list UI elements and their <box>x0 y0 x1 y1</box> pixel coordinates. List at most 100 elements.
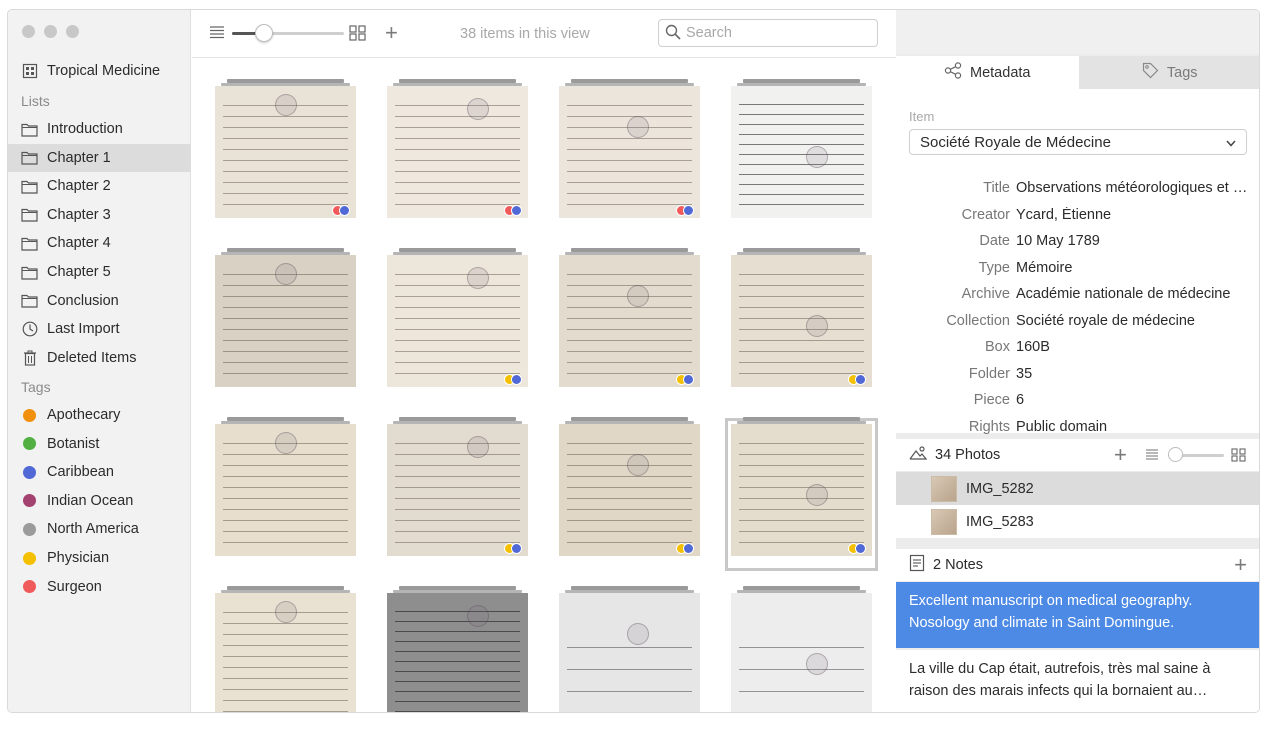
add-note-button[interactable]: + <box>1234 552 1247 578</box>
field-label: Creator <box>961 206 1010 223</box>
metadata-field-piece[interactable]: Piece 6 <box>896 387 1259 413</box>
sidebar-item-last-import[interactable]: Last Import <box>8 315 191 343</box>
metadata-field-box[interactable]: Box 160B <box>896 334 1259 360</box>
metadata-panel: Item Société Royale de Médecine Title Obs… <box>896 89 1259 435</box>
tag-badge-dot <box>855 543 866 554</box>
tag-badge-dot <box>683 205 694 216</box>
sidebar-item-introduction[interactable]: Introduction <box>8 115 191 143</box>
metadata-field-archive[interactable]: Archive Académie nationale de médecine <box>896 281 1259 307</box>
photo-size-knob[interactable] <box>1167 447 1183 462</box>
document-thumbnail[interactable] <box>387 417 528 565</box>
slider-knob[interactable] <box>255 24 274 42</box>
photos-grid-view-icon[interactable] <box>1231 448 1247 466</box>
document-thumbnail[interactable] <box>215 79 356 227</box>
note-item[interactable]: Excellent manuscript on medical geograph… <box>896 582 1259 648</box>
note-text-line: La ville du Cap était, autrefois, très m… <box>909 661 1211 677</box>
tag-item-surgeon[interactable]: Surgeon <box>8 573 191 601</box>
field-value[interactable]: Académie nationale de médecine <box>1016 286 1248 302</box>
tag-item-indian-ocean[interactable]: Indian Ocean <box>8 487 191 515</box>
document-thumbnail[interactable] <box>215 417 356 565</box>
sidebar-item-chapter-4[interactable]: Chapter 4 <box>8 229 191 257</box>
metadata-field-collection[interactable]: Collection Société royale de médecine <box>896 308 1259 334</box>
field-value[interactable]: Observations météorologiques et médicale… <box>1016 180 1248 196</box>
tag-item-apothecary[interactable]: Apothecary <box>8 401 191 429</box>
field-value[interactable]: Société royale de médecine <box>1016 313 1248 329</box>
document-thumbnail[interactable] <box>387 79 528 227</box>
sidebar-item-chapter-3[interactable]: Chapter 3 <box>8 201 191 229</box>
field-value[interactable]: Public domain <box>1016 419 1248 435</box>
grid-view-icon[interactable] <box>349 25 367 44</box>
note-item[interactable]: La ville du Cap était, autrefois, très m… <box>896 650 1259 712</box>
field-value[interactable]: 160B <box>1016 339 1248 355</box>
tag-badge-dot <box>339 205 350 216</box>
search-input[interactable] <box>686 25 866 41</box>
tab-metadata[interactable]: Metadata <box>896 56 1079 89</box>
document-thumbnail[interactable] <box>731 586 872 712</box>
clock-icon <box>21 321 38 338</box>
item-type-select[interactable]: Société Royale de Médecine <box>909 129 1247 155</box>
tag-item-physician[interactable]: Physician <box>8 544 191 572</box>
wax-seal-mark <box>467 436 489 458</box>
photo-name: IMG_5282 <box>966 480 1034 497</box>
close-window-button[interactable] <box>22 25 35 38</box>
document-thumbnail[interactable] <box>559 417 700 565</box>
wax-seal-mark <box>806 315 828 337</box>
tag-item-botanist[interactable]: Botanist <box>8 430 191 458</box>
tab-label: Metadata <box>970 64 1031 81</box>
document-page-image <box>731 86 872 218</box>
handwriting-lines <box>739 98 864 208</box>
metadata-field-type[interactable]: Type Mémoire <box>896 255 1259 281</box>
photo-row[interactable]: IMG_5283 <box>896 505 1259 538</box>
minimize-window-button[interactable] <box>44 25 57 38</box>
photo-row[interactable]: IMG_5282 <box>896 472 1259 505</box>
sidebar-item-conclusion[interactable]: Conclusion <box>8 287 191 315</box>
document-thumbnail[interactable] <box>559 586 700 712</box>
field-value[interactable]: 6 <box>1016 392 1248 408</box>
metadata-field-date[interactable]: Date 10 May 1789 <box>896 228 1259 254</box>
document-thumbnail[interactable] <box>731 79 872 227</box>
tag-item-north-america[interactable]: North America <box>8 515 191 543</box>
tag-item-label: Physician <box>47 550 110 566</box>
metadata-field-folder[interactable]: Folder 35 <box>896 361 1259 387</box>
document-thumbnail[interactable] <box>387 586 528 712</box>
note-text-line: raison des marais infects qui la bornaie… <box>909 683 1208 699</box>
field-label: Box <box>985 339 1010 355</box>
sidebar-library[interactable]: Tropical Medicine <box>8 57 191 85</box>
metadata-field-title[interactable]: Title Observations météorologiques et méd… <box>896 175 1259 201</box>
document-thumbnail[interactable] <box>559 248 700 396</box>
add-photo-button[interactable]: + <box>1114 442 1127 468</box>
photos-list-view-icon[interactable] <box>1145 448 1159 464</box>
field-value[interactable]: 35 <box>1016 366 1248 382</box>
document-thumbnail[interactable] <box>731 248 872 396</box>
search-field[interactable] <box>658 19 878 47</box>
tag-badges <box>504 374 522 385</box>
sidebar-item-chapter-5[interactable]: Chapter 5 <box>8 258 191 286</box>
sidebar-item-chapter-1[interactable]: Chapter 1 <box>8 143 191 172</box>
stack-edge <box>227 248 344 252</box>
field-value[interactable]: 10 May 1789 <box>1016 233 1248 249</box>
sidebar-item-chapter-2[interactable]: Chapter 2 <box>8 172 191 200</box>
tab-tags[interactable]: Tags <box>1078 56 1259 89</box>
metadata-field-creator[interactable]: Creator Ycard, Étienne <box>896 202 1259 228</box>
field-value[interactable]: Ycard, Étienne <box>1016 207 1248 223</box>
add-item-button[interactable]: + <box>385 22 398 44</box>
app-window: Tropical Medicine Lists Introduction Chap… <box>7 9 1260 713</box>
document-thumbnail[interactable] <box>215 586 356 712</box>
document-thumbnail[interactable] <box>387 248 528 396</box>
field-value[interactable]: Mémoire <box>1016 260 1248 276</box>
thumbnail-size-slider[interactable] <box>232 32 344 35</box>
list-view-icon[interactable] <box>209 25 225 42</box>
tag-badge-dot <box>855 374 866 385</box>
tag-item-label: Apothecary <box>47 407 121 423</box>
document-thumbnail[interactable] <box>725 417 878 571</box>
tag-badges <box>848 543 866 554</box>
document-thumbnail[interactable] <box>215 248 356 396</box>
tag-item-caribbean[interactable]: Caribbean <box>8 458 191 486</box>
metadata-field-rights[interactable]: Rights Public domain <box>896 414 1259 440</box>
tag-color-dot-icon <box>21 435 38 452</box>
document-thumbnail[interactable] <box>559 79 700 227</box>
sidebar-item-deleted-items[interactable]: Deleted Items <box>8 344 191 372</box>
zoom-window-button[interactable] <box>66 25 79 38</box>
handwriting-lines <box>395 436 520 546</box>
tag-item-label: Indian Ocean <box>47 492 134 509</box>
